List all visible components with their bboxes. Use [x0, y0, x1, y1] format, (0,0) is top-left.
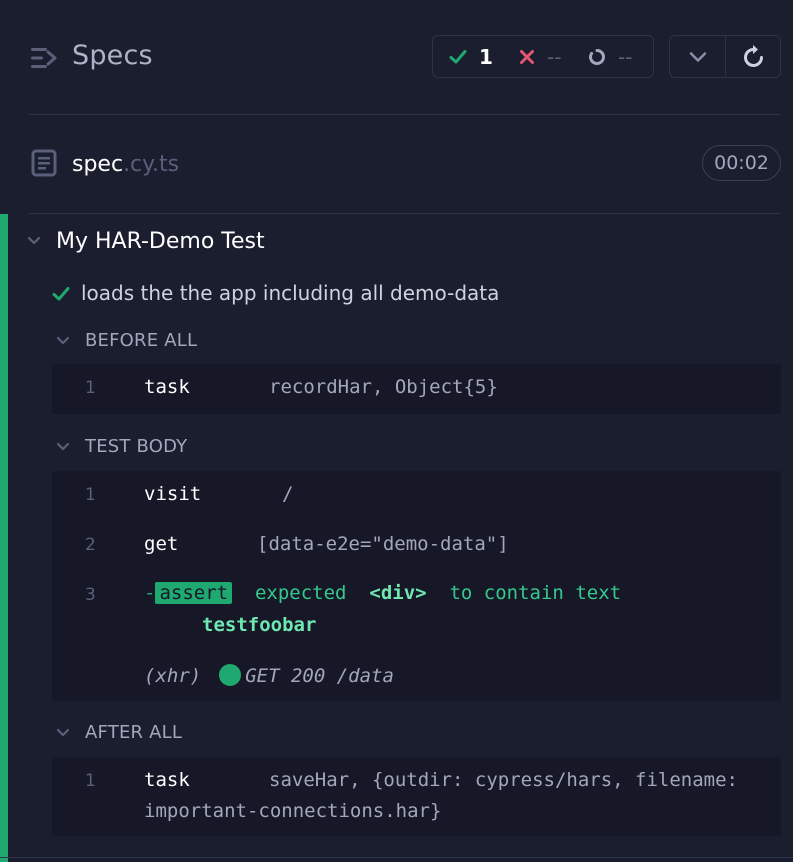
command-name: task	[144, 376, 190, 398]
command-message: /	[282, 483, 294, 505]
command-index: 1	[85, 378, 96, 398]
assert-subject: <div>	[369, 582, 427, 604]
page-title[interactable]: Specs	[72, 40, 153, 71]
hook-title-test-body[interactable]: TEST BODY	[85, 436, 187, 457]
chevron-down-icon[interactable]	[56, 442, 70, 452]
reporter-panel: Specs 1 -- -- spec.cy.ts 00:02 My HAR-De…	[0, 0, 793, 862]
reporter-header: Specs 1 -- --	[0, 0, 793, 115]
command-index: 3	[85, 585, 96, 605]
hook-title-before-all[interactable]: BEFORE ALL	[85, 330, 197, 351]
command-index: 1	[85, 771, 96, 791]
stat-failed: --	[519, 36, 561, 77]
command-message-line-1: saveHar, {outdir: cypress/hars, filename…	[269, 769, 738, 791]
xhr-request: GET 200 /data	[245, 665, 394, 687]
command-row[interactable]: 2 get [data-e2e="demo-data"]	[52, 519, 781, 569]
assert-line-2: testfoobar	[202, 614, 316, 636]
spec-name-extension: .cy.ts	[123, 152, 180, 177]
check-icon	[52, 287, 70, 301]
spec-file-name[interactable]: spec.cy.ts	[72, 152, 179, 177]
reporter-controls	[669, 35, 781, 78]
stat-pending: --	[588, 36, 632, 77]
chevron-down-icon[interactable]	[56, 728, 70, 738]
command-row[interactable]: 1 visit /	[52, 471, 781, 519]
pending-count: --	[618, 44, 633, 69]
command-name: get	[144, 533, 179, 555]
command-row[interactable]: 1 task saveHar, {outdir: cypress/hars, f…	[52, 757, 781, 836]
command-row[interactable]: 1 task recordHar, Object{5}	[52, 364, 781, 414]
xhr-row[interactable]: (xhr) GET 200 /data	[144, 664, 394, 687]
chevron-down-icon[interactable]	[27, 236, 41, 246]
failed-count: --	[547, 44, 562, 69]
command-list-before-all: 1 task recordHar, Object{5}	[52, 364, 781, 414]
duration-badge: 00:02	[702, 145, 781, 181]
collapse-all-button[interactable]	[670, 36, 726, 77]
rerun-button[interactable]	[726, 36, 780, 77]
chevron-down-icon[interactable]	[56, 336, 70, 346]
command-index: 1	[85, 485, 96, 505]
chevron-down-icon	[689, 51, 706, 62]
command-message: recordHar, Object{5}	[269, 376, 498, 398]
command-index: 2	[85, 535, 96, 555]
xhr-status-dot	[219, 664, 242, 686]
document-icon	[31, 149, 57, 177]
assert-badge: assert	[155, 582, 233, 604]
assert-expected: expected	[254, 582, 347, 604]
pending-icon	[589, 48, 605, 65]
bottom-divider	[0, 857, 793, 858]
spec-divider	[29, 213, 781, 214]
assert-prefix: -	[144, 582, 156, 604]
assert-value: testfoobar	[202, 614, 317, 636]
spec-file-row: spec.cy.ts 00:02	[0, 116, 793, 213]
assert-command-row[interactable]: 3 - assert expected <div> to contain text…	[52, 569, 781, 649]
command-name: task	[144, 769, 190, 791]
command-list-after-all: 1 task saveHar, {outdir: cypress/hars, f…	[52, 757, 781, 836]
check-icon	[449, 49, 467, 63]
test-title[interactable]: loads the the app including all demo-dat…	[81, 281, 499, 305]
passed-count: 1	[479, 44, 493, 69]
test-stats: 1 -- --	[432, 35, 654, 78]
stat-passed: 1	[449, 36, 493, 77]
assert-verb: to contain text	[449, 582, 622, 604]
spec-name-base: spec	[72, 152, 124, 177]
xhr-label: (xhr)	[144, 665, 202, 687]
command-name: visit	[144, 483, 202, 505]
command-list-test-body: 1 visit / 2 get [data-e2e="demo-data"] 3…	[52, 471, 781, 701]
suite-status-bar	[0, 214, 8, 862]
specs-list-icon[interactable]	[30, 45, 58, 71]
refresh-icon	[744, 44, 763, 67]
suite-title[interactable]: My HAR-Demo Test	[56, 229, 265, 254]
header-divider	[29, 114, 781, 115]
assert-line-1: - assert expected <div> to contain text	[144, 582, 621, 604]
x-icon	[520, 49, 534, 64]
command-message: [data-e2e="demo-data"]	[257, 533, 509, 555]
command-message-line-2: important-connections.har}	[144, 800, 442, 822]
hook-title-after-all[interactable]: AFTER ALL	[85, 722, 182, 743]
